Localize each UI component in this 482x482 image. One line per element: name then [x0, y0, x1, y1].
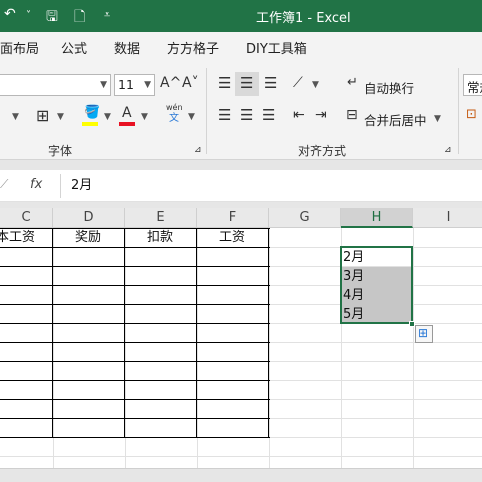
title-bar: ↶ ˅ 🖫 🗋 ⩡ 工作簿1 - Excel — [0, 0, 482, 32]
chevron-down-icon[interactable]: ▼ — [104, 112, 111, 122]
wrap-text-button[interactable]: 自动换行 — [364, 78, 414, 97]
chevron-down-icon: ▼ — [100, 80, 107, 90]
chevron-down-icon[interactable]: ▼ — [434, 114, 441, 124]
fill-color-icon[interactable]: 🪣 — [82, 106, 100, 126]
column-header-i[interactable]: I — [413, 208, 482, 228]
number-format-combo[interactable]: 常规 — [463, 74, 482, 96]
font-name-combo[interactable]: ▼ — [0, 74, 111, 96]
cell-f1[interactable]: 工资 — [219, 228, 245, 247]
align-right-icon[interactable]: ☰ — [262, 108, 275, 123]
group-label-font: 字体 — [48, 144, 73, 158]
column-header-e[interactable]: E — [125, 208, 197, 228]
borders-icon[interactable]: ⊞ — [36, 108, 49, 124]
worksheet-grid[interactable]: C D E F G H I 本工资 奖励 扣款 工资 2月 3月 4月 5月 ⊞ — [0, 208, 482, 482]
column-header-d[interactable]: D — [53, 208, 125, 228]
align-middle-icon: ☰ — [240, 74, 254, 92]
chevron-down-icon[interactable]: ▼ — [57, 112, 64, 122]
align-top-icon[interactable]: ☰ — [218, 76, 231, 91]
merge-center-icon[interactable]: ⊟ — [346, 108, 358, 122]
ribbon-tabs: 面布局 公式 数据 方方格子 DIY工具箱 — [0, 32, 482, 62]
column-header-g[interactable]: G — [269, 208, 341, 228]
tab-page-layout[interactable]: 面布局 — [0, 38, 39, 57]
dialog-launcher-icon[interactable]: ⊿ — [194, 146, 202, 155]
undo-icon[interactable]: ↶ — [4, 6, 16, 22]
chevron-down-icon[interactable]: ˅ — [26, 10, 31, 21]
tab-fangfange[interactable]: 方方格子 — [167, 38, 219, 57]
dialog-launcher-icon[interactable]: ⊿ — [444, 146, 452, 155]
window-title: 工作簿1 - Excel — [256, 11, 351, 26]
cell-e1[interactable]: 扣款 — [147, 228, 173, 247]
sheet-bottom-bar — [0, 468, 482, 482]
customize-toolbar-icon[interactable]: ⩡ — [104, 8, 110, 22]
auto-fill-options-icon: ⊞ — [418, 326, 429, 340]
ribbon: ▼ 11 ▼ A^ A˅ ▼ ⊞ ▼ 🪣 ▼ A ▼ wén 文 ▼ 字体 ⊿ … — [0, 62, 482, 160]
align-middle-button[interactable]: ☰ — [235, 72, 259, 96]
phonetic-guide-icon[interactable]: wén 文 — [164, 104, 186, 126]
merge-center-button[interactable]: 合并后居中 — [364, 110, 427, 129]
currency-format-icon[interactable]: ⊡ — [466, 108, 477, 121]
wrap-text-icon[interactable]: ↵ — [347, 76, 358, 89]
font-size-combo[interactable]: 11 ▼ — [114, 74, 155, 96]
save-icon[interactable]: 🖫 — [46, 6, 58, 30]
selection-border — [340, 246, 413, 324]
tab-data[interactable]: 数据 — [114, 38, 140, 57]
grow-font-icon[interactable]: A^ — [160, 76, 181, 90]
column-header-h[interactable]: H — [341, 208, 413, 228]
formula-input[interactable]: 2月 — [60, 174, 482, 198]
align-bottom-icon[interactable]: ☰ — [264, 76, 277, 91]
shrink-font-icon[interactable]: A˅ — [182, 76, 199, 90]
insert-function-icon[interactable]: fx — [30, 178, 42, 191]
increase-indent-icon[interactable]: ⇥ — [315, 108, 327, 122]
new-file-icon[interactable]: 🗋 — [74, 6, 85, 30]
font-color-icon[interactable]: A — [119, 106, 137, 126]
chevron-down-icon[interactable]: ▼ — [12, 112, 19, 122]
tab-formulas[interactable]: 公式 — [61, 38, 87, 57]
chevron-down-icon[interactable]: ▼ — [188, 112, 195, 122]
chevron-down-icon: ▼ — [144, 80, 151, 90]
cancel-icon[interactable]: ⟋ — [0, 178, 8, 190]
chevron-down-icon[interactable]: ▼ — [141, 112, 148, 122]
orientation-icon[interactable]: ⟋ — [293, 76, 303, 90]
align-center-icon[interactable]: ☰ — [240, 108, 253, 123]
chevron-down-icon[interactable]: ▼ — [312, 80, 319, 90]
cell-d1[interactable]: 奖励 — [75, 228, 101, 247]
cell-c1[interactable]: 本工资 — [0, 228, 35, 247]
group-label-alignment: 对齐方式 — [298, 144, 347, 158]
quick-analysis-button[interactable]: ⊞ — [415, 325, 433, 343]
formula-bar: ⟋ fx 2月 — [0, 170, 482, 202]
paint-bucket-icon: 🪣 — [84, 105, 101, 120]
tab-diy-toolbox[interactable]: DIY工具箱 — [246, 38, 307, 57]
column-header-c[interactable]: C — [0, 208, 53, 228]
decrease-indent-icon[interactable]: ⇤ — [293, 108, 305, 122]
align-left-icon[interactable]: ☰ — [218, 108, 231, 123]
column-header-f[interactable]: F — [197, 208, 269, 228]
